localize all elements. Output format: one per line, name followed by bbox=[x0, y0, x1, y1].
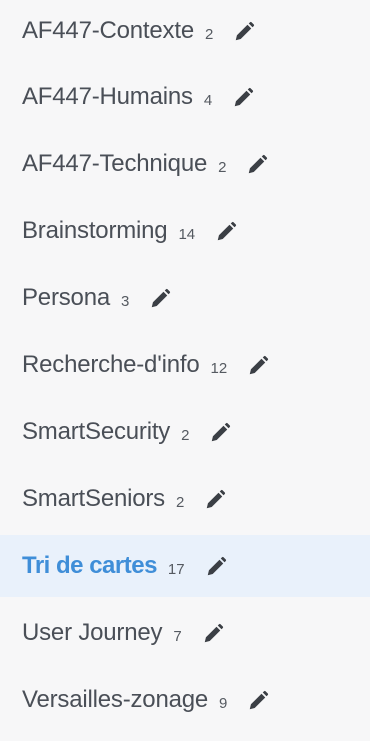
collection-item[interactable]: SmartSecurity 2 bbox=[0, 401, 370, 463]
collection-item[interactable]: SmartSeniors 2 bbox=[0, 468, 370, 530]
collection-count: 4 bbox=[203, 91, 213, 109]
collection-item[interactable]: Recherche-d'info 12 bbox=[0, 334, 370, 396]
collection-item[interactable]: AF447-Humains 4 bbox=[0, 66, 370, 128]
collection-name[interactable]: Brainstorming bbox=[22, 217, 168, 245]
collection-count: 2 bbox=[204, 25, 214, 43]
collection-name[interactable]: SmartSecurity bbox=[22, 418, 170, 446]
collection-name[interactable]: Versailles-zonage bbox=[22, 686, 208, 714]
collection-item[interactable]: Versailles-zonage 9 bbox=[0, 669, 370, 731]
pencil-icon[interactable] bbox=[247, 690, 269, 712]
pencil-icon[interactable] bbox=[205, 556, 227, 578]
collection-count: 2 bbox=[175, 493, 185, 511]
pencil-icon[interactable] bbox=[233, 21, 255, 43]
collection-name[interactable]: Recherche-d'info bbox=[22, 351, 200, 379]
collection-name[interactable]: AF447-Contexte bbox=[22, 17, 194, 45]
collection-count: 2 bbox=[218, 158, 227, 176]
collection-name[interactable]: User Journey bbox=[22, 619, 163, 647]
collection-item[interactable]: User Journey 7 bbox=[0, 602, 370, 664]
pencil-icon[interactable] bbox=[202, 623, 224, 645]
collection-count: 2 bbox=[181, 426, 190, 444]
collection-list: AF447-Contexte 2 AF447-Humains 4 AF447-T… bbox=[0, 0, 370, 741]
collection-count: 7 bbox=[173, 627, 182, 645]
collection-count: 12 bbox=[210, 359, 228, 377]
collection-name[interactable]: SmartSeniors bbox=[22, 485, 165, 513]
collection-count: 3 bbox=[121, 292, 130, 310]
collection-count: 14 bbox=[178, 225, 196, 243]
collection-item[interactable]: Persona 3 bbox=[0, 267, 370, 329]
pencil-icon[interactable] bbox=[247, 355, 269, 377]
collection-name[interactable]: Persona bbox=[22, 284, 110, 312]
pencil-icon[interactable] bbox=[149, 288, 171, 310]
collection-name[interactable]: Tri de cartes bbox=[22, 552, 157, 580]
pencil-icon[interactable] bbox=[209, 422, 231, 444]
pencil-icon[interactable] bbox=[204, 489, 226, 511]
collection-count: 17 bbox=[167, 560, 185, 578]
collection-name[interactable]: AF447-Humains bbox=[22, 83, 193, 111]
pencil-icon[interactable] bbox=[215, 221, 237, 243]
pencil-icon[interactable] bbox=[232, 87, 254, 109]
collection-name[interactable]: AF447-Technique bbox=[22, 150, 207, 178]
collection-item[interactable]: AF447-Technique 2 bbox=[0, 133, 370, 195]
pencil-icon[interactable] bbox=[246, 154, 268, 176]
collection-item-active[interactable]: Tri de cartes 17 bbox=[0, 535, 370, 597]
collection-item[interactable]: AF447-Contexte 2 bbox=[0, 0, 370, 62]
collection-count: 9 bbox=[219, 694, 228, 712]
collection-item[interactable]: Brainstorming 14 bbox=[0, 200, 370, 262]
